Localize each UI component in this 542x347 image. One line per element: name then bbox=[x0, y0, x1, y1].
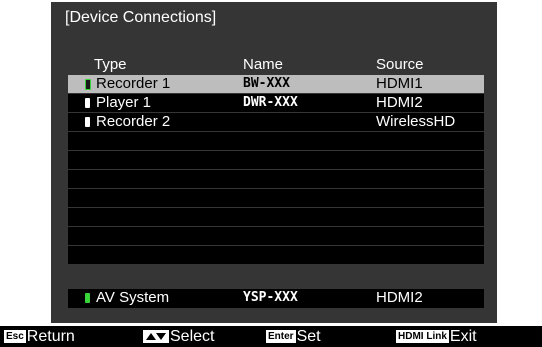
set-label: Set bbox=[296, 327, 321, 345]
select-hint[interactable]: Select bbox=[143, 326, 214, 347]
connection-indicator-icon bbox=[85, 293, 90, 303]
device-source: HDMI1 bbox=[376, 75, 423, 92]
device-source: WirelessHD bbox=[376, 113, 456, 130]
return-hint[interactable]: Esc Return bbox=[4, 326, 75, 347]
device-type: Recorder 1 bbox=[96, 75, 171, 92]
empty-row bbox=[68, 151, 484, 169]
device-row-recorder-1[interactable]: Recorder 1 BW-XXX HDMI1 bbox=[68, 75, 484, 93]
connection-indicator-icon bbox=[85, 117, 90, 127]
exit-hint[interactable]: HDMI Link Exit bbox=[396, 326, 477, 347]
set-hint[interactable]: Enter Set bbox=[266, 326, 321, 347]
empty-row bbox=[68, 170, 484, 188]
empty-row bbox=[68, 208, 484, 226]
device-type: Recorder 2 bbox=[96, 113, 171, 130]
device-source: HDMI2 bbox=[376, 94, 423, 111]
select-label: Select bbox=[170, 327, 215, 345]
device-row-player-1[interactable]: Player 1 DWR-XXX HDMI2 bbox=[68, 94, 484, 112]
system-source: HDMI2 bbox=[376, 289, 423, 306]
up-down-triangle-icon bbox=[143, 330, 169, 343]
empty-row bbox=[68, 246, 484, 264]
device-table: Recorder 1 BW-XXX HDMI1 Player 1 DWR-XXX… bbox=[68, 75, 484, 265]
footer-help-bar: Esc Return Select Enter Set HDMI Link Ex… bbox=[0, 326, 542, 347]
device-name: DWR-XXX bbox=[243, 95, 298, 110]
device-type: Player 1 bbox=[96, 94, 152, 111]
hdmi-link-key: HDMI Link bbox=[396, 330, 449, 343]
connection-indicator-icon bbox=[85, 98, 90, 108]
connection-indicator-icon bbox=[85, 79, 91, 90]
av-system-row[interactable]: AV System YSP-XXX HDMI2 bbox=[68, 289, 484, 308]
return-label: Return bbox=[26, 327, 75, 345]
exit-label: Exit bbox=[449, 327, 477, 345]
column-header-type: Type bbox=[94, 56, 127, 73]
empty-row bbox=[68, 189, 484, 207]
column-header-name: Name bbox=[243, 56, 284, 73]
esc-key: Esc bbox=[4, 330, 26, 343]
system-type: AV System bbox=[96, 289, 170, 306]
empty-row bbox=[68, 132, 484, 150]
empty-row bbox=[68, 227, 484, 245]
panel-title: [Device Connections] bbox=[65, 9, 217, 26]
enter-key: Enter bbox=[266, 330, 296, 343]
column-header-source: Source bbox=[376, 56, 424, 73]
system-name: YSP-XXX bbox=[243, 290, 298, 305]
device-name: BW-XXX bbox=[243, 76, 290, 91]
device-row-recorder-2[interactable]: Recorder 2 WirelessHD bbox=[68, 113, 484, 131]
device-connections-panel: [Device Connections] Type Name Source Re… bbox=[51, 2, 497, 323]
